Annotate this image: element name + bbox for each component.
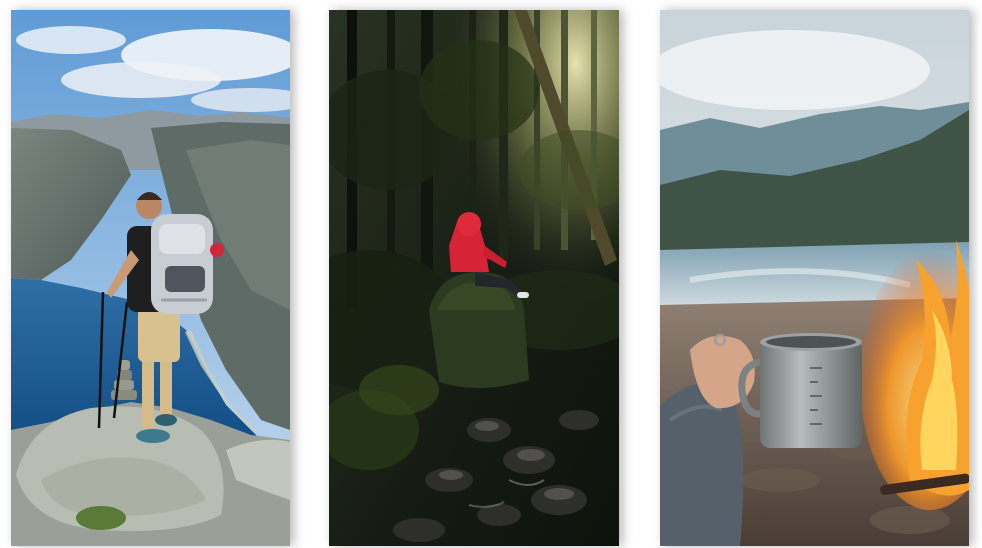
forest-red-jacket-image [329, 10, 619, 546]
campfire-mug-image [660, 10, 969, 546]
photo-card-campfire-mug[interactable] [660, 10, 969, 546]
hiker-fjord-image [11, 10, 290, 546]
photo-card-forest-red-jacket[interactable] [329, 10, 619, 546]
photo-gallery [0, 0, 982, 548]
photo-card-hiker-fjord[interactable] [11, 10, 290, 546]
